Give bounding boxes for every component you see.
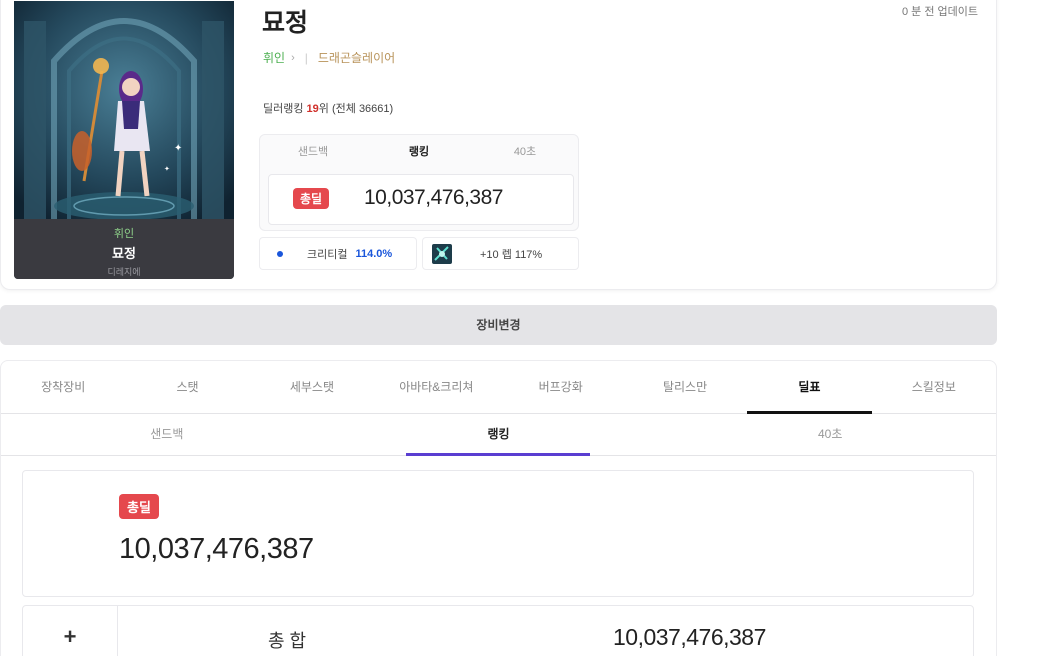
tab-avatar-creature[interactable]: 아바타&크리쳐 bbox=[374, 361, 498, 413]
tab-detail-stats[interactable]: 세부스탯 bbox=[250, 361, 374, 413]
expand-plus-icon[interactable]: + bbox=[23, 606, 118, 656]
character-portrait: ✦ ✦ 휘인 묘정 디레지에 bbox=[14, 1, 234, 279]
svg-text:✦: ✦ bbox=[164, 165, 170, 173]
main-tabs: 장착장비 스탯 세부스탯 아바타&크리쳐 버프강화 탈리스만 딜표 스킬정보 bbox=[1, 361, 996, 414]
skill-icon bbox=[432, 243, 452, 264]
tab-damage-table[interactable]: 딜표 bbox=[747, 361, 873, 414]
total-damage-box: 총딜 10,037,476,387 bbox=[22, 470, 974, 597]
critical-dot-icon bbox=[277, 250, 283, 257]
class-base[interactable]: 휘인 bbox=[263, 49, 285, 66]
divider: | bbox=[304, 50, 308, 65]
mini-total-value: 10,037,476,387 bbox=[364, 186, 503, 209]
mini-damage-panel: 샌드백 랭킹 40초 총딜 10,037,476,387 bbox=[259, 134, 579, 231]
character-illustration: ✦ ✦ bbox=[14, 1, 234, 219]
mini-tabs: 샌드백 랭킹 40초 bbox=[260, 135, 578, 169]
dealer-ranking: 딜러랭킹 19위 (전체 36661) bbox=[263, 100, 393, 116]
total-badge: 총딜 bbox=[119, 494, 159, 519]
tab-skill-info[interactable]: 스킬정보 bbox=[872, 361, 996, 413]
equip-change-button[interactable]: 장비변경 bbox=[0, 305, 997, 345]
total-damage-badge: 총딜 bbox=[293, 188, 330, 209]
ranking-suffix: 위 bbox=[318, 103, 329, 115]
portrait-name: 묘정 bbox=[112, 246, 136, 261]
portrait-class: 휘인 bbox=[113, 228, 135, 240]
sub-tab-40s[interactable]: 40초 bbox=[664, 414, 996, 455]
class-advanced[interactable]: 드래곤슬레이어 bbox=[318, 49, 395, 66]
summary-value: 10,037,476,387 bbox=[613, 624, 766, 650]
tab-talisman[interactable]: 탈리스만 bbox=[623, 361, 747, 413]
summary-label: 총 합 bbox=[268, 631, 307, 651]
mini-tab-40s[interactable]: 40초 bbox=[472, 135, 578, 169]
critical-label: 크리티컬 bbox=[307, 248, 348, 261]
tab-buff[interactable]: 버프강화 bbox=[499, 361, 623, 413]
svg-text:✦: ✦ bbox=[174, 143, 182, 154]
mini-total-box: 총딜 10,037,476,387 bbox=[268, 174, 574, 225]
skill-level-text: +10 렙 117% bbox=[480, 248, 543, 261]
class-path: 휘인 › | 드래곤슬레이어 bbox=[263, 49, 395, 66]
portrait-caption: 휘인 묘정 디레지에 bbox=[14, 219, 234, 279]
critical-value: 114.0% bbox=[355, 247, 393, 260]
ranking-label: 딜러랭킹 bbox=[263, 103, 304, 115]
portrait-server: 디레지에 bbox=[107, 267, 141, 277]
critical-chip: 크리티컬 114.0% bbox=[259, 237, 417, 270]
sub-tab-ranking[interactable]: 랭킹 bbox=[333, 414, 665, 456]
skill-level-chip: +10 렙 117% bbox=[422, 237, 579, 270]
chevron-right-icon: › bbox=[291, 51, 295, 64]
ranking-total: (전체 36661) bbox=[331, 103, 394, 115]
sub-tabs: 샌드백 랭킹 40초 bbox=[1, 414, 996, 456]
mini-tab-ranking[interactable]: 랭킹 bbox=[366, 135, 472, 169]
tab-stats[interactable]: 스탯 bbox=[125, 361, 249, 413]
sub-tab-sandbag[interactable]: 샌드백 bbox=[1, 414, 333, 455]
update-time: 0 분 전 업데이트 bbox=[901, 6, 978, 18]
total-damage-value: 10,037,476,387 bbox=[119, 533, 314, 565]
character-card: ✦ ✦ 휘인 묘정 디레지에 묘정 0 분 전 업데이트 휘인 › | 드래곤슬… bbox=[0, 0, 997, 290]
summary-row: + 총 합 10,037,476,387 bbox=[22, 605, 974, 656]
mini-tab-sandbag[interactable]: 샌드백 bbox=[260, 135, 366, 169]
tab-equipment[interactable]: 장착장비 bbox=[1, 361, 125, 413]
ranking-number: 19 bbox=[306, 103, 319, 115]
character-name: 묘정 bbox=[262, 9, 309, 37]
